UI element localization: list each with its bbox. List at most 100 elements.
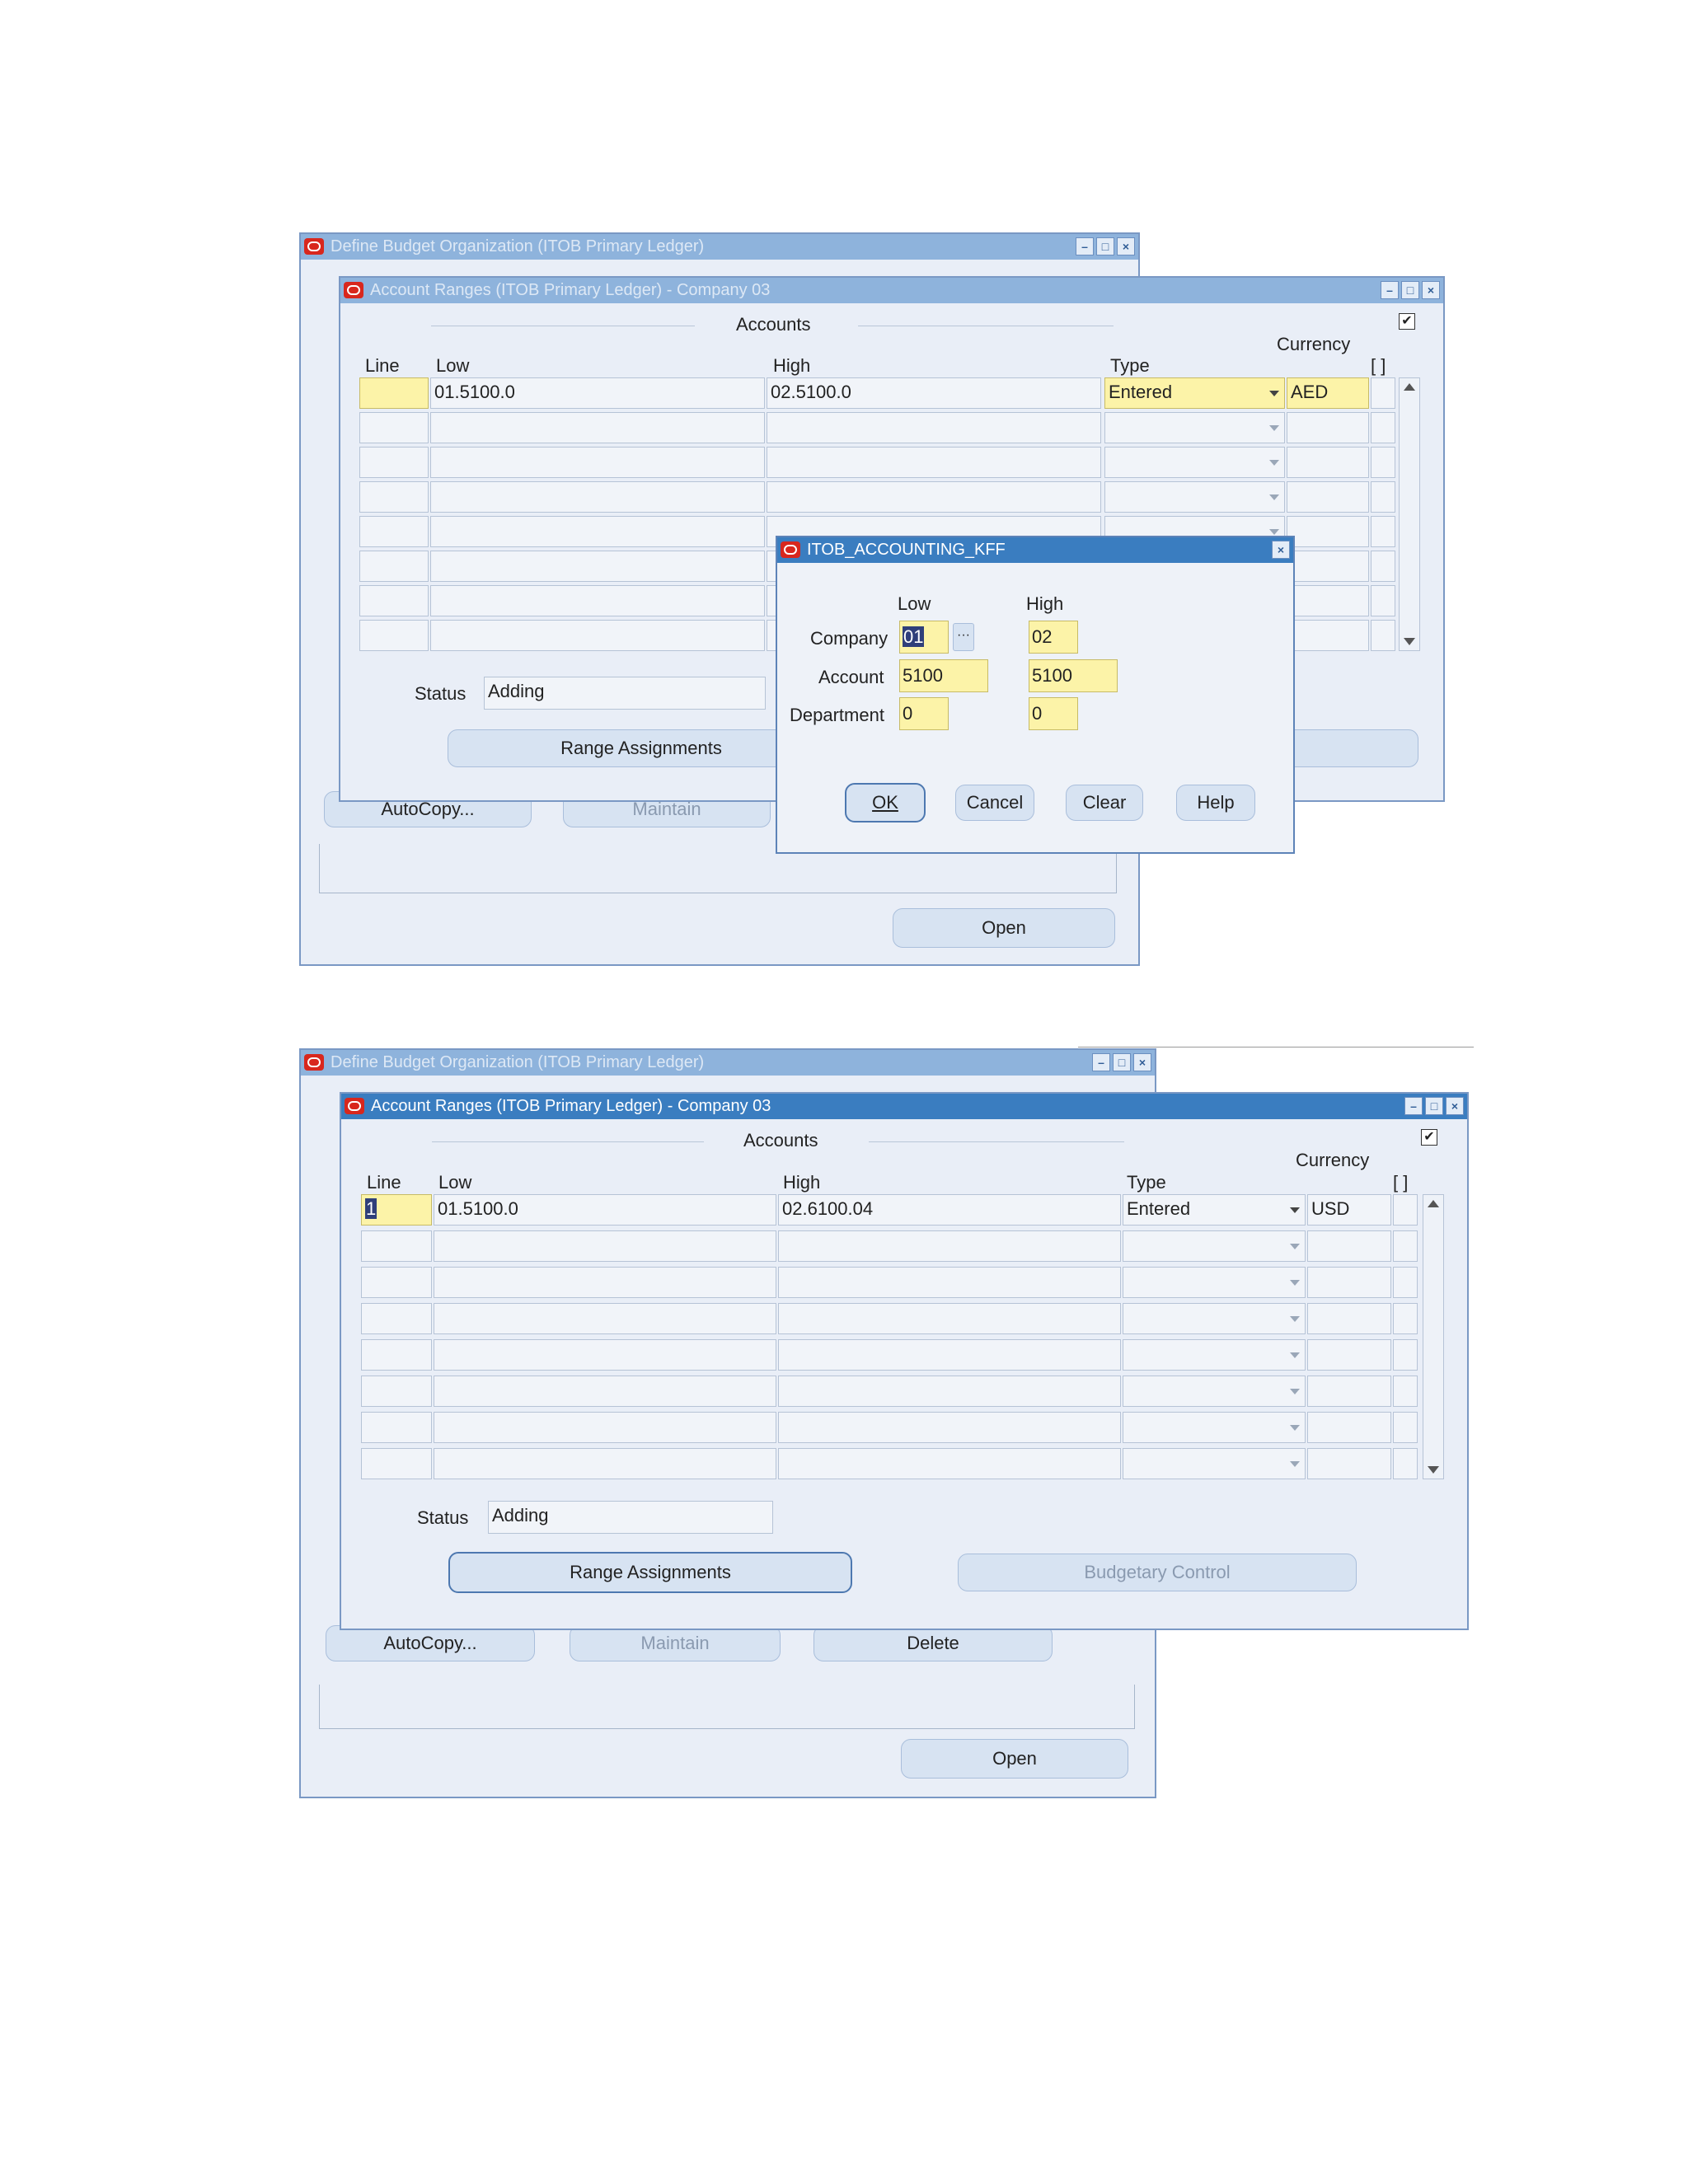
row-currency[interactable] — [1307, 1303, 1391, 1334]
row-1-high[interactable]: 02.5100.0 — [767, 377, 1101, 409]
row-1-low[interactable]: 01.5100.0 — [430, 377, 765, 409]
row-low[interactable] — [434, 1267, 776, 1298]
row-desc[interactable] — [1371, 551, 1395, 582]
row-currency[interactable] — [1287, 551, 1369, 582]
row-desc[interactable] — [1371, 412, 1395, 443]
row-1-line[interactable] — [359, 377, 429, 409]
maximize-icon[interactable]: □ — [1113, 1053, 1131, 1071]
row-1-desc[interactable] — [1371, 377, 1395, 409]
row-desc[interactable] — [1393, 1303, 1418, 1334]
account-high-input[interactable]: 5100 — [1029, 659, 1118, 692]
row-low[interactable] — [434, 1339, 776, 1371]
minimize-icon[interactable]: – — [1092, 1053, 1110, 1071]
clear-button[interactable]: Clear — [1066, 785, 1143, 821]
row-type[interactable] — [1104, 447, 1285, 478]
row-type[interactable] — [1123, 1376, 1306, 1407]
row-currency[interactable] — [1287, 516, 1369, 547]
department-high-input[interactable]: 0 — [1029, 697, 1078, 730]
row-type[interactable] — [1123, 1230, 1306, 1262]
row-low[interactable] — [430, 551, 765, 582]
row-currency[interactable] — [1287, 412, 1369, 443]
define-budget-org-titlebar[interactable]: Define Budget Organization (ITOB Primary… — [301, 1050, 1155, 1076]
row-type[interactable] — [1123, 1267, 1306, 1298]
row-1-type[interactable]: Entered — [1123, 1194, 1306, 1226]
row-low[interactable] — [430, 516, 765, 547]
row-low[interactable] — [434, 1448, 776, 1479]
row-line[interactable] — [359, 447, 429, 478]
close-icon[interactable]: × — [1133, 1053, 1151, 1071]
lov-button[interactable]: ··· — [953, 623, 974, 651]
row-low[interactable] — [434, 1230, 776, 1262]
row-1-high[interactable]: 02.6100.04 — [778, 1194, 1121, 1226]
close-icon[interactable]: × — [1117, 237, 1135, 255]
department-low-input[interactable]: 0 — [899, 697, 949, 730]
delete-button[interactable]: Delete — [814, 1625, 1053, 1661]
row-1-desc[interactable] — [1393, 1194, 1418, 1226]
row-1-type[interactable]: Entered — [1104, 377, 1285, 409]
close-icon[interactable]: × — [1422, 281, 1440, 299]
row-desc[interactable] — [1371, 585, 1395, 616]
maximize-icon[interactable]: □ — [1401, 281, 1419, 299]
row-desc[interactable] — [1393, 1412, 1418, 1443]
row-low[interactable] — [430, 585, 765, 616]
row-desc[interactable] — [1393, 1267, 1418, 1298]
row-type[interactable] — [1104, 481, 1285, 513]
row-high[interactable] — [778, 1303, 1121, 1334]
autocopy-button[interactable]: AutoCopy... — [326, 1625, 535, 1661]
row-high[interactable] — [778, 1267, 1121, 1298]
row-type[interactable] — [1123, 1448, 1306, 1479]
row-low[interactable] — [434, 1376, 776, 1407]
help-button[interactable]: Help — [1176, 785, 1255, 821]
row-high[interactable] — [778, 1339, 1121, 1371]
row-low[interactable] — [430, 620, 765, 651]
account-ranges-titlebar[interactable]: Account Ranges (ITOB Primary Ledger) - C… — [341, 1094, 1467, 1119]
row-desc[interactable] — [1393, 1376, 1418, 1407]
row-currency[interactable] — [1307, 1448, 1391, 1479]
row-low[interactable] — [434, 1303, 776, 1334]
row-low[interactable] — [434, 1412, 776, 1443]
row-line[interactable] — [361, 1412, 432, 1443]
row-currency[interactable] — [1287, 481, 1369, 513]
scroll-up-icon[interactable] — [1404, 383, 1415, 391]
row-line[interactable] — [361, 1267, 432, 1298]
company-high-input[interactable]: 02 — [1029, 621, 1078, 654]
row-high[interactable] — [778, 1376, 1121, 1407]
minimize-icon[interactable]: – — [1381, 281, 1399, 299]
row-line[interactable] — [361, 1230, 432, 1262]
minimize-icon[interactable]: – — [1404, 1097, 1423, 1115]
section-checkbox[interactable]: ✔ — [1399, 313, 1415, 330]
row-desc[interactable] — [1393, 1339, 1418, 1371]
row-currency[interactable] — [1307, 1267, 1391, 1298]
row-type[interactable] — [1104, 412, 1285, 443]
scroll-down-icon[interactable] — [1428, 1466, 1439, 1474]
row-type[interactable] — [1123, 1412, 1306, 1443]
row-line[interactable] — [359, 551, 429, 582]
vertical-scrollbar[interactable] — [1423, 1194, 1444, 1479]
row-type[interactable] — [1123, 1303, 1306, 1334]
scroll-down-icon[interactable] — [1404, 638, 1415, 645]
define-budget-org-titlebar[interactable]: Define Budget Organization (ITOB Primary… — [301, 234, 1138, 260]
row-line[interactable] — [361, 1339, 432, 1371]
row-line[interactable] — [361, 1448, 432, 1479]
row-desc[interactable] — [1371, 447, 1395, 478]
row-line[interactable] — [359, 412, 429, 443]
company-low-input[interactable]: 01 — [899, 621, 949, 654]
row-1-currency[interactable]: AED — [1287, 377, 1369, 409]
row-currency[interactable] — [1307, 1412, 1391, 1443]
maximize-icon[interactable]: □ — [1425, 1097, 1443, 1115]
close-icon[interactable]: × — [1272, 541, 1290, 559]
row-desc[interactable] — [1371, 516, 1395, 547]
row-line[interactable] — [359, 620, 429, 651]
row-1-currency[interactable]: USD — [1307, 1194, 1391, 1226]
row-high[interactable] — [778, 1412, 1121, 1443]
row-desc[interactable] — [1371, 481, 1395, 513]
row-type[interactable] — [1123, 1339, 1306, 1371]
scroll-up-icon[interactable] — [1428, 1200, 1439, 1207]
minimize-icon[interactable]: – — [1076, 237, 1094, 255]
account-low-input[interactable]: 5100 — [899, 659, 988, 692]
range-assignments-button[interactable]: Range Assignments — [448, 1552, 852, 1593]
section-checkbox[interactable]: ✔ — [1421, 1129, 1437, 1146]
maintain-button[interactable]: Maintain — [570, 1625, 781, 1661]
row-currency[interactable] — [1307, 1376, 1391, 1407]
budgetary-control-button[interactable]: Budgetary Control — [958, 1554, 1357, 1591]
